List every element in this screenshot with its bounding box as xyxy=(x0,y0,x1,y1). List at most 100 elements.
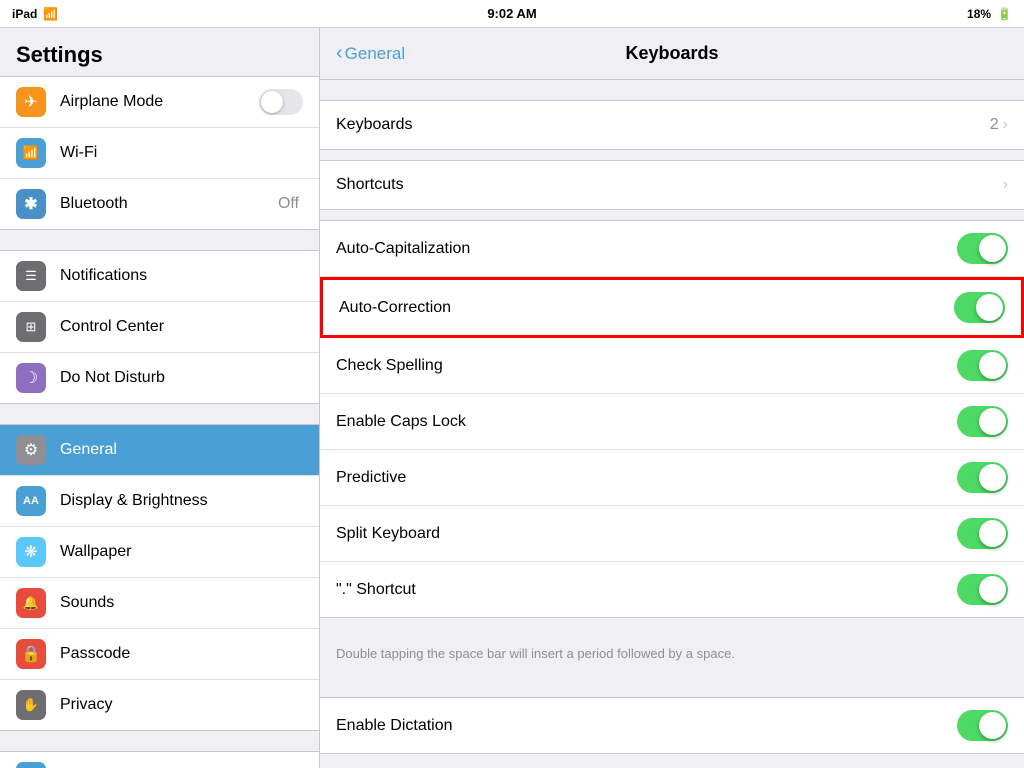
back-button[interactable]: ‹ General xyxy=(336,42,405,65)
sidebar-item-display[interactable]: AA Display & Brightness xyxy=(0,476,319,527)
right-panel: ‹ General Keyboards Keyboards 2 › Shortc… xyxy=(320,28,1024,768)
settings-row-check-spelling[interactable]: Check Spelling xyxy=(320,338,1024,394)
settings-row-enable-dictation[interactable]: Enable Dictation xyxy=(320,698,1024,753)
sidebar-group-3: ⚙ General AA Display & Brightness ❋ Wall… xyxy=(0,424,319,731)
sidebar-group-4: ☁ iCloud xyxy=(0,751,319,768)
settings-section-4: Enable Dictation About Dictation and Pri… xyxy=(320,697,1024,768)
sounds-icon: 🔔 xyxy=(16,588,46,618)
period-shortcut-footer: Double tapping the space bar will insert… xyxy=(320,638,1024,677)
enable-dictation-toggle[interactable] xyxy=(957,710,1008,741)
settings-group-toggles: Auto-Capitalization Auto-Correction Chec… xyxy=(320,220,1024,618)
airplane-mode-toggle[interactable] xyxy=(259,89,303,115)
sidebar-item-general[interactable]: ⚙ General xyxy=(0,425,319,476)
sidebar-item-icloud[interactable]: ☁ iCloud xyxy=(0,752,319,768)
settings-row-predictive[interactable]: Predictive xyxy=(320,450,1024,506)
sidebar-item-privacy[interactable]: ✋ Privacy xyxy=(0,680,319,730)
passcode-icon: 🔒 xyxy=(16,639,46,669)
notifications-label: Notifications xyxy=(60,267,303,285)
sidebar: Settings ✈ Airplane Mode 📶 Wi-Fi ✱ Bluet… xyxy=(0,28,320,768)
wallpaper-icon: ❋ xyxy=(16,537,46,567)
display-icon: AA xyxy=(16,486,46,516)
panel-title: Keyboards xyxy=(625,43,718,64)
icloud-icon: ☁ xyxy=(16,762,46,768)
battery-label: 18% xyxy=(967,7,991,21)
shortcuts-label: Shortcuts xyxy=(336,176,1003,194)
status-bar: iPad 📶 9:02 AM 18% 🔋 xyxy=(0,0,1024,28)
settings-section-3: Auto-Capitalization Auto-Correction Chec… xyxy=(320,220,1024,677)
panel-header: ‹ General Keyboards xyxy=(320,28,1024,80)
sidebar-group-1: ✈ Airplane Mode 📶 Wi-Fi ✱ Bluetooth Off xyxy=(0,76,319,230)
sidebar-item-bluetooth[interactable]: ✱ Bluetooth Off xyxy=(0,179,319,229)
settings-group-keyboards: Keyboards 2 › xyxy=(320,100,1024,150)
settings-row-auto-correction[interactable]: Auto-Correction xyxy=(320,277,1024,338)
airplane-mode-icon: ✈ xyxy=(16,87,46,117)
sounds-label: Sounds xyxy=(60,594,303,612)
sidebar-item-passcode[interactable]: 🔒 Passcode xyxy=(0,629,319,680)
period-shortcut-toggle[interactable] xyxy=(957,574,1008,605)
enable-caps-lock-label: Enable Caps Lock xyxy=(336,413,957,431)
settings-row-shortcuts[interactable]: Shortcuts › xyxy=(320,161,1024,209)
period-shortcut-label: "." Shortcut xyxy=(336,581,957,599)
settings-section-2: Shortcuts › xyxy=(320,160,1024,210)
check-spelling-toggle[interactable] xyxy=(957,350,1008,381)
settings-row-split-keyboard[interactable]: Split Keyboard xyxy=(320,506,1024,562)
auto-capitalization-toggle[interactable] xyxy=(957,233,1008,264)
sidebar-item-airplane-mode[interactable]: ✈ Airplane Mode xyxy=(0,77,319,128)
control-center-icon: ⊞ xyxy=(16,312,46,342)
wifi-label: Wi-Fi xyxy=(60,144,303,162)
settings-group-shortcuts: Shortcuts › xyxy=(320,160,1024,210)
keyboards-value: 2 xyxy=(990,116,999,134)
check-spelling-label: Check Spelling xyxy=(336,357,957,375)
back-label: General xyxy=(345,44,405,64)
predictive-toggle[interactable] xyxy=(957,462,1008,493)
split-keyboard-label: Split Keyboard xyxy=(336,525,957,543)
general-label: General xyxy=(60,441,303,459)
privacy-label: Privacy xyxy=(60,696,303,714)
shortcuts-chevron-icon: › xyxy=(1003,176,1008,194)
split-keyboard-toggle[interactable] xyxy=(957,518,1008,549)
passcode-label: Passcode xyxy=(60,645,303,663)
settings-row-period-shortcut[interactable]: "." Shortcut xyxy=(320,562,1024,617)
airplane-mode-label: Airplane Mode xyxy=(60,93,251,111)
settings-section-1: Keyboards 2 › xyxy=(320,100,1024,150)
settings-row-enable-caps-lock[interactable]: Enable Caps Lock xyxy=(320,394,1024,450)
bluetooth-value: Off xyxy=(278,195,299,213)
keyboards-label: Keyboards xyxy=(336,116,990,134)
main-layout: Settings ✈ Airplane Mode 📶 Wi-Fi ✱ Bluet… xyxy=(0,28,1024,768)
privacy-icon: ✋ xyxy=(16,690,46,720)
status-left: iPad 📶 xyxy=(12,7,58,21)
status-right: 18% 🔋 xyxy=(967,7,1012,21)
general-icon: ⚙ xyxy=(16,435,46,465)
do-not-disturb-icon: ☽ xyxy=(16,363,46,393)
settings-row-auto-capitalization[interactable]: Auto-Capitalization xyxy=(320,221,1024,277)
display-label: Display & Brightness xyxy=(60,492,303,510)
auto-correction-toggle[interactable] xyxy=(954,292,1005,323)
bluetooth-icon: ✱ xyxy=(16,189,46,219)
back-chevron-icon: ‹ xyxy=(336,42,343,65)
battery-icon: 🔋 xyxy=(997,7,1012,21)
sidebar-group-2: ☰ Notifications ⊞ Control Center ☽ Do No… xyxy=(0,250,319,404)
sidebar-item-do-not-disturb[interactable]: ☽ Do Not Disturb xyxy=(0,353,319,403)
sidebar-item-wifi[interactable]: 📶 Wi-Fi xyxy=(0,128,319,179)
ipad-label: iPad xyxy=(12,7,37,21)
auto-capitalization-label: Auto-Capitalization xyxy=(336,240,957,258)
control-center-label: Control Center xyxy=(60,318,303,336)
sidebar-item-control-center[interactable]: ⊞ Control Center xyxy=(0,302,319,353)
predictive-label: Predictive xyxy=(336,469,957,487)
wallpaper-label: Wallpaper xyxy=(60,543,303,561)
do-not-disturb-label: Do Not Disturb xyxy=(60,369,303,387)
settings-group-dictation: Enable Dictation xyxy=(320,697,1024,754)
keyboards-chevron-icon: › xyxy=(1003,116,1008,134)
notifications-icon: ☰ xyxy=(16,261,46,291)
settings-row-keyboards[interactable]: Keyboards 2 › xyxy=(320,101,1024,149)
wifi-icon: 📶 xyxy=(16,138,46,168)
bluetooth-label: Bluetooth xyxy=(60,195,278,213)
wifi-icon: 📶 xyxy=(43,7,58,21)
status-time: 9:02 AM xyxy=(487,6,536,21)
enable-caps-lock-toggle[interactable] xyxy=(957,406,1008,437)
sidebar-item-wallpaper[interactable]: ❋ Wallpaper xyxy=(0,527,319,578)
enable-dictation-label: Enable Dictation xyxy=(336,717,957,735)
sidebar-item-sounds[interactable]: 🔔 Sounds xyxy=(0,578,319,629)
sidebar-item-notifications[interactable]: ☰ Notifications xyxy=(0,251,319,302)
auto-correction-label: Auto-Correction xyxy=(339,299,954,317)
